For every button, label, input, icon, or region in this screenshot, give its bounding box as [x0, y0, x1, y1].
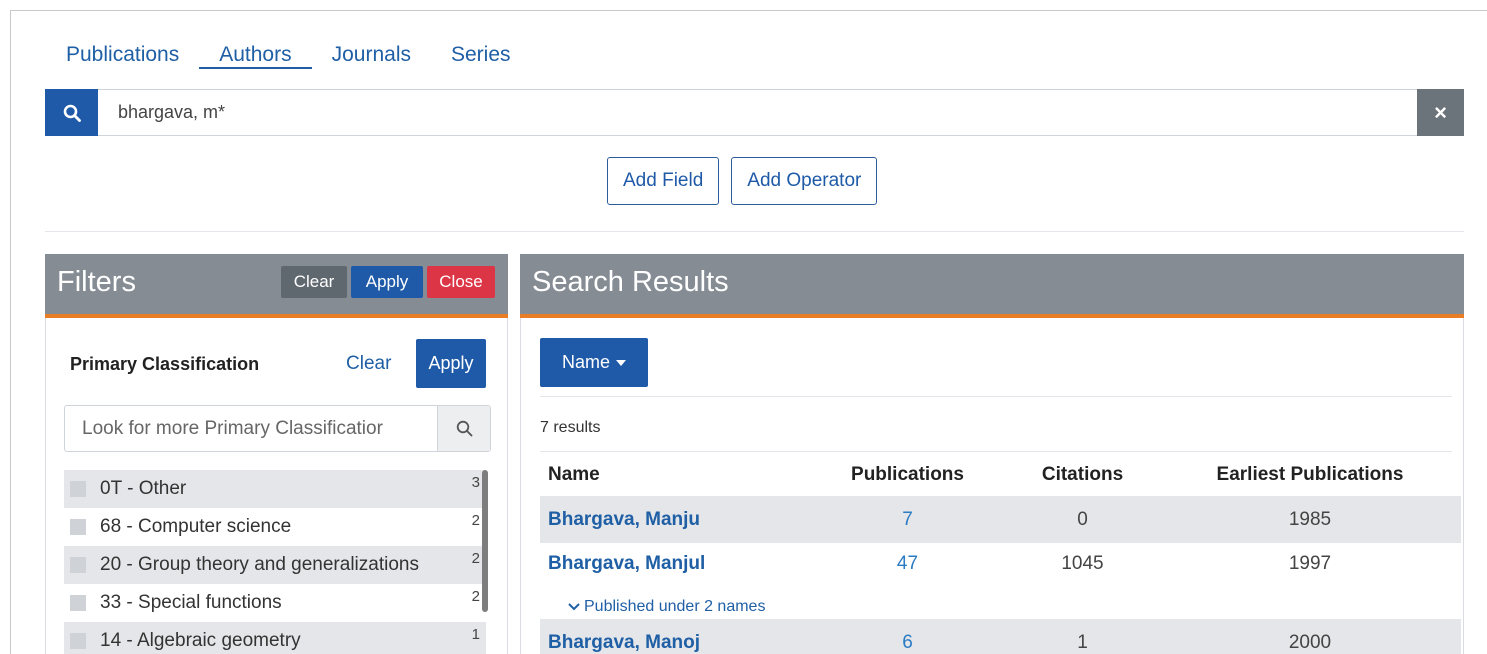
list-item: 0T - Other 3: [64, 470, 486, 508]
search-button[interactable]: [45, 89, 98, 136]
author-link[interactable]: Bhargava, Manjul: [548, 553, 705, 574]
search-icon: [456, 420, 472, 437]
list-item: 14 - Algebraic geometry 1: [64, 622, 486, 654]
primary-clear-link[interactable]: Clear: [346, 353, 391, 375]
col-publications-header[interactable]: Publications: [820, 464, 995, 486]
earliest-cell: 1997: [1288, 553, 1332, 574]
close-icon: ×: [1434, 99, 1447, 125]
tab-journals[interactable]: Journals: [332, 29, 411, 69]
chevron-down-icon: [568, 603, 580, 611]
publications-link[interactable]: 7: [902, 509, 913, 530]
list-item-label: 68 - Computer science: [100, 516, 292, 537]
results-title: Search Results: [532, 266, 729, 298]
results-header: Search Results: [520, 254, 1464, 318]
list-item-count: 3: [471, 474, 480, 491]
table-row: Bhargava, Manjul 47 1045 1997 Published …: [540, 543, 1461, 619]
earliest-cell: 2000: [1288, 631, 1332, 653]
classification-search-button[interactable]: [437, 406, 490, 451]
list-item-count: 2: [471, 550, 480, 567]
earliest-cell: 1985: [1288, 508, 1332, 530]
classification-search-input[interactable]: [65, 406, 437, 451]
list-item: 68 - Computer science 2: [64, 508, 486, 546]
list-scrollbar[interactable]: [482, 470, 488, 612]
tab-series[interactable]: Series: [451, 29, 511, 69]
filters-title: Filters: [57, 266, 136, 298]
list-item-label: 0T - Other: [100, 478, 187, 499]
checkbox[interactable]: [70, 481, 86, 497]
table-header: Name Publications Citations Earliest Pub…: [540, 454, 1461, 496]
citations-cell: 1045: [1061, 553, 1104, 574]
list-item-count: 2: [471, 512, 480, 529]
results-panel: Search Results Name 7 results Name Publi…: [520, 254, 1464, 654]
search-icon: [63, 104, 81, 122]
clear-search-button[interactable]: ×: [1417, 89, 1464, 136]
list-item-count: 1: [471, 626, 480, 643]
filters-header: Filters Clear Apply Close: [45, 254, 508, 318]
filters-panel: Filters Clear Apply Close Primary Classi…: [45, 254, 508, 654]
filters-apply-button[interactable]: Apply: [351, 266, 423, 298]
publications-link[interactable]: 6: [902, 632, 913, 653]
list-item-label: 14 - Algebraic geometry: [100, 630, 301, 651]
query-actions: Add Field Add Operator: [607, 157, 878, 205]
divider: [540, 451, 1452, 452]
primary-apply-button[interactable]: Apply: [416, 339, 486, 388]
tab-bar: Publications Authors Journals Series: [66, 29, 551, 69]
divider: [45, 231, 1464, 232]
filters-close-button[interactable]: Close: [427, 266, 495, 298]
search-bar: ×: [45, 89, 1464, 136]
col-earliest-header[interactable]: Earliest Publications: [1170, 464, 1450, 486]
table-row: Bhargava, Manju 7 0 1985: [540, 496, 1461, 543]
classification-search-box: [64, 405, 491, 452]
checkbox[interactable]: [70, 519, 86, 535]
list-item-count: 2: [471, 588, 480, 605]
col-citations-header[interactable]: Citations: [995, 464, 1170, 486]
table-row: Bhargava, Manoj 6 1 2000: [540, 619, 1461, 654]
list-item-label: 33 - Special functions: [100, 592, 282, 613]
divider: [540, 396, 1452, 397]
results-table: Name Publications Citations Earliest Pub…: [540, 454, 1461, 654]
publications-link[interactable]: 47: [897, 553, 918, 574]
caret-down-icon: [616, 359, 626, 366]
add-operator-button[interactable]: Add Operator: [731, 157, 878, 205]
results-count: 7 results: [540, 419, 601, 436]
sort-dropdown[interactable]: Name: [540, 338, 648, 387]
citations-cell: 1: [1077, 631, 1088, 653]
add-field-button[interactable]: Add Field: [607, 157, 720, 205]
classification-list: 0T - Other 3 68 - Computer science 2 20 …: [64, 470, 486, 654]
list-item: 33 - Special functions 2: [64, 584, 486, 622]
primary-classification-title: Primary Classification: [70, 354, 260, 374]
author-link[interactable]: Bhargava, Manoj: [548, 632, 700, 653]
filters-clear-button[interactable]: Clear: [281, 266, 347, 298]
checkbox[interactable]: [70, 595, 86, 611]
tab-authors[interactable]: Authors: [199, 29, 312, 69]
col-name-header[interactable]: Name: [540, 464, 820, 486]
sort-label: Name: [561, 352, 610, 372]
published-under-label: Published under 2 names: [584, 598, 766, 615]
list-item-label: 20 - Group theory and generalizations: [100, 554, 419, 575]
search-input[interactable]: [98, 90, 1417, 135]
checkbox[interactable]: [70, 557, 86, 573]
list-item: 20 - Group theory and generalizations 2: [64, 546, 486, 584]
app-frame: Publications Authors Journals Series × A…: [10, 10, 1487, 654]
checkbox[interactable]: [70, 633, 86, 649]
citations-cell: 0: [1077, 508, 1088, 530]
author-link[interactable]: Bhargava, Manju: [548, 509, 700, 530]
published-under-toggle[interactable]: Published under 2 names: [568, 598, 765, 616]
tab-publications[interactable]: Publications: [66, 29, 179, 69]
